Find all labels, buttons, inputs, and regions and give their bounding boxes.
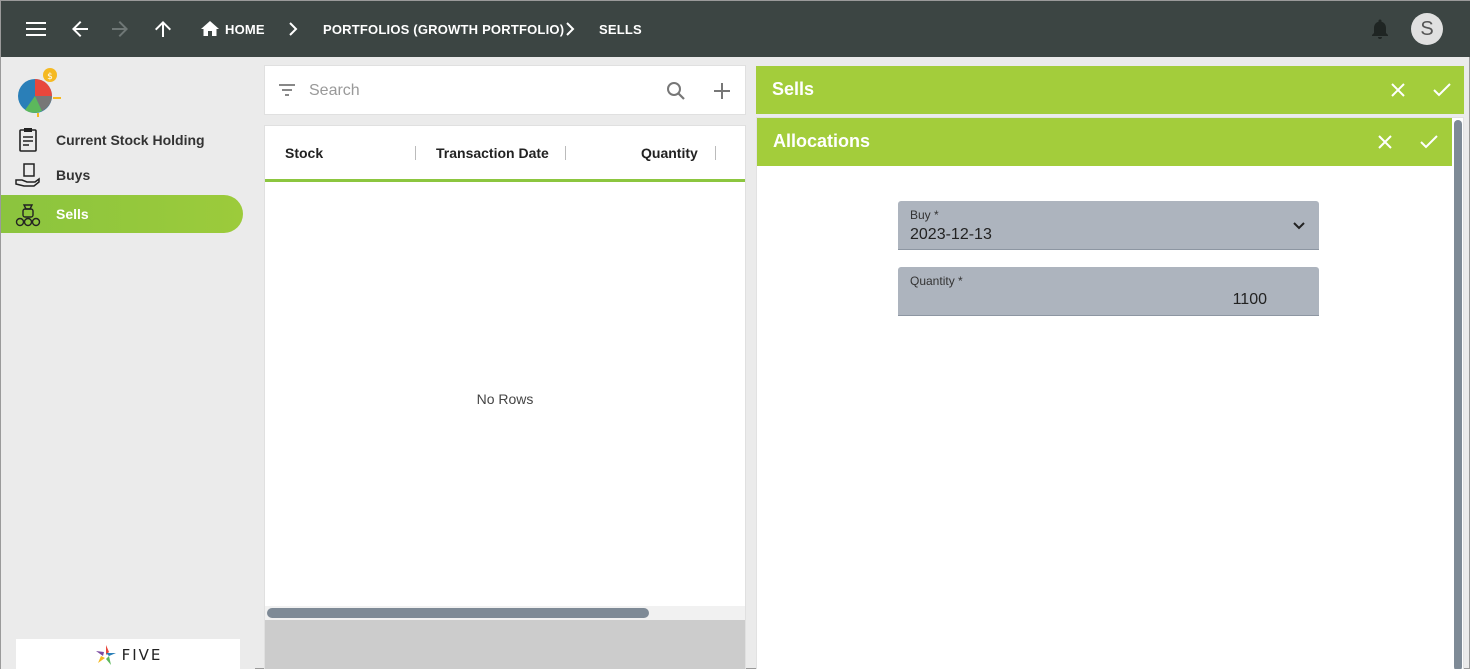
breadcrumb-home[interactable]: HOME bbox=[201, 1, 265, 57]
sidebar-item-buys[interactable]: Buys bbox=[1, 156, 243, 194]
close-icon[interactable] bbox=[1373, 130, 1397, 154]
hamburger-menu-icon[interactable] bbox=[21, 14, 51, 44]
chevron-right-icon bbox=[560, 19, 580, 39]
sidebar-item-label: Buys bbox=[56, 167, 91, 183]
five-logo-icon bbox=[95, 644, 116, 665]
svg-text:$: $ bbox=[47, 72, 53, 82]
brand-footer: FIVE bbox=[16, 639, 240, 669]
close-icon[interactable] bbox=[1386, 78, 1410, 102]
allocations-panel-header: Allocations bbox=[757, 118, 1452, 166]
data-grid: Stock Transaction Date Quantity No Rows bbox=[264, 125, 746, 669]
filter-icon[interactable] bbox=[278, 82, 296, 103]
sidebar-item-label: Current Stock Holding bbox=[56, 132, 205, 148]
search-input[interactable] bbox=[309, 79, 649, 103]
field-label: Buy * bbox=[910, 208, 939, 222]
clipboard-chart-icon bbox=[15, 127, 41, 153]
sidebar: $ Current Stock Holding Buys Sells FIVE bbox=[1, 57, 255, 669]
breadcrumb-sells[interactable]: SELLS bbox=[599, 1, 642, 57]
bell-icon[interactable] bbox=[1365, 14, 1395, 44]
vertical-scrollbar[interactable] bbox=[1454, 120, 1462, 669]
check-icon[interactable] bbox=[1430, 78, 1454, 102]
user-avatar[interactable]: S bbox=[1411, 13, 1443, 45]
column-separator[interactable] bbox=[715, 146, 716, 160]
home-icon bbox=[201, 21, 219, 36]
top-app-bar: HOME PORTFOLIOS (GROWTH PORTFOLIO) SELLS… bbox=[1, 1, 1470, 57]
breadcrumb-label: HOME bbox=[225, 21, 265, 37]
chevron-right-icon bbox=[283, 19, 303, 39]
column-header-stock[interactable]: Stock bbox=[285, 145, 323, 161]
buy-select[interactable]: Buy * 2023-12-13 bbox=[898, 201, 1319, 250]
grid-footer bbox=[265, 620, 745, 669]
sidebar-item-current-stock-holding[interactable]: Current Stock Holding bbox=[1, 121, 243, 159]
back-arrow-icon[interactable] bbox=[65, 14, 95, 44]
panel-title: Sells bbox=[772, 79, 815, 99]
search-icon[interactable] bbox=[666, 81, 686, 106]
sells-panel-header: Sells bbox=[756, 66, 1464, 114]
column-separator[interactable] bbox=[565, 146, 566, 160]
brand-name: FIVE bbox=[121, 645, 163, 664]
column-header-quantity[interactable]: Quantity bbox=[641, 145, 698, 161]
field-value: 1100 bbox=[1232, 291, 1267, 308]
breadcrumb-label: PORTFOLIOS (GROWTH PORTFOLIO) bbox=[323, 21, 565, 37]
chevron-down-icon[interactable] bbox=[1291, 217, 1307, 233]
up-arrow-icon[interactable] bbox=[148, 14, 178, 44]
breadcrumb-portfolios[interactable]: PORTFOLIOS (GROWTH PORTFOLIO) bbox=[323, 1, 564, 57]
grid-header: Stock Transaction Date Quantity bbox=[265, 126, 745, 182]
check-icon[interactable] bbox=[1417, 130, 1441, 154]
money-bag-icon bbox=[15, 201, 41, 227]
field-label: Quantity * bbox=[910, 274, 963, 288]
quantity-field[interactable]: Quantity * 1100 bbox=[898, 267, 1319, 316]
app-logo-icon: $ bbox=[15, 65, 65, 117]
horizontal-scrollbar-thumb[interactable] bbox=[267, 608, 649, 618]
field-value: 2023-12-13 bbox=[910, 226, 992, 243]
column-separator[interactable] bbox=[415, 146, 416, 160]
search-bar bbox=[264, 65, 746, 115]
sidebar-item-label: Sells bbox=[56, 206, 89, 222]
sidebar-item-sells[interactable]: Sells bbox=[1, 195, 243, 233]
column-header-transaction-date[interactable]: Transaction Date bbox=[436, 145, 549, 161]
breadcrumb-label: SELLS bbox=[599, 21, 642, 37]
hand-money-icon bbox=[15, 162, 41, 188]
empty-message: No Rows bbox=[476, 391, 534, 407]
panel-title: Allocations bbox=[773, 131, 871, 151]
forward-arrow-icon[interactable] bbox=[105, 14, 135, 44]
add-icon[interactable] bbox=[713, 82, 731, 105]
allocations-panel: Allocations Buy * 2023-12-13 Quantity * … bbox=[756, 117, 1464, 669]
